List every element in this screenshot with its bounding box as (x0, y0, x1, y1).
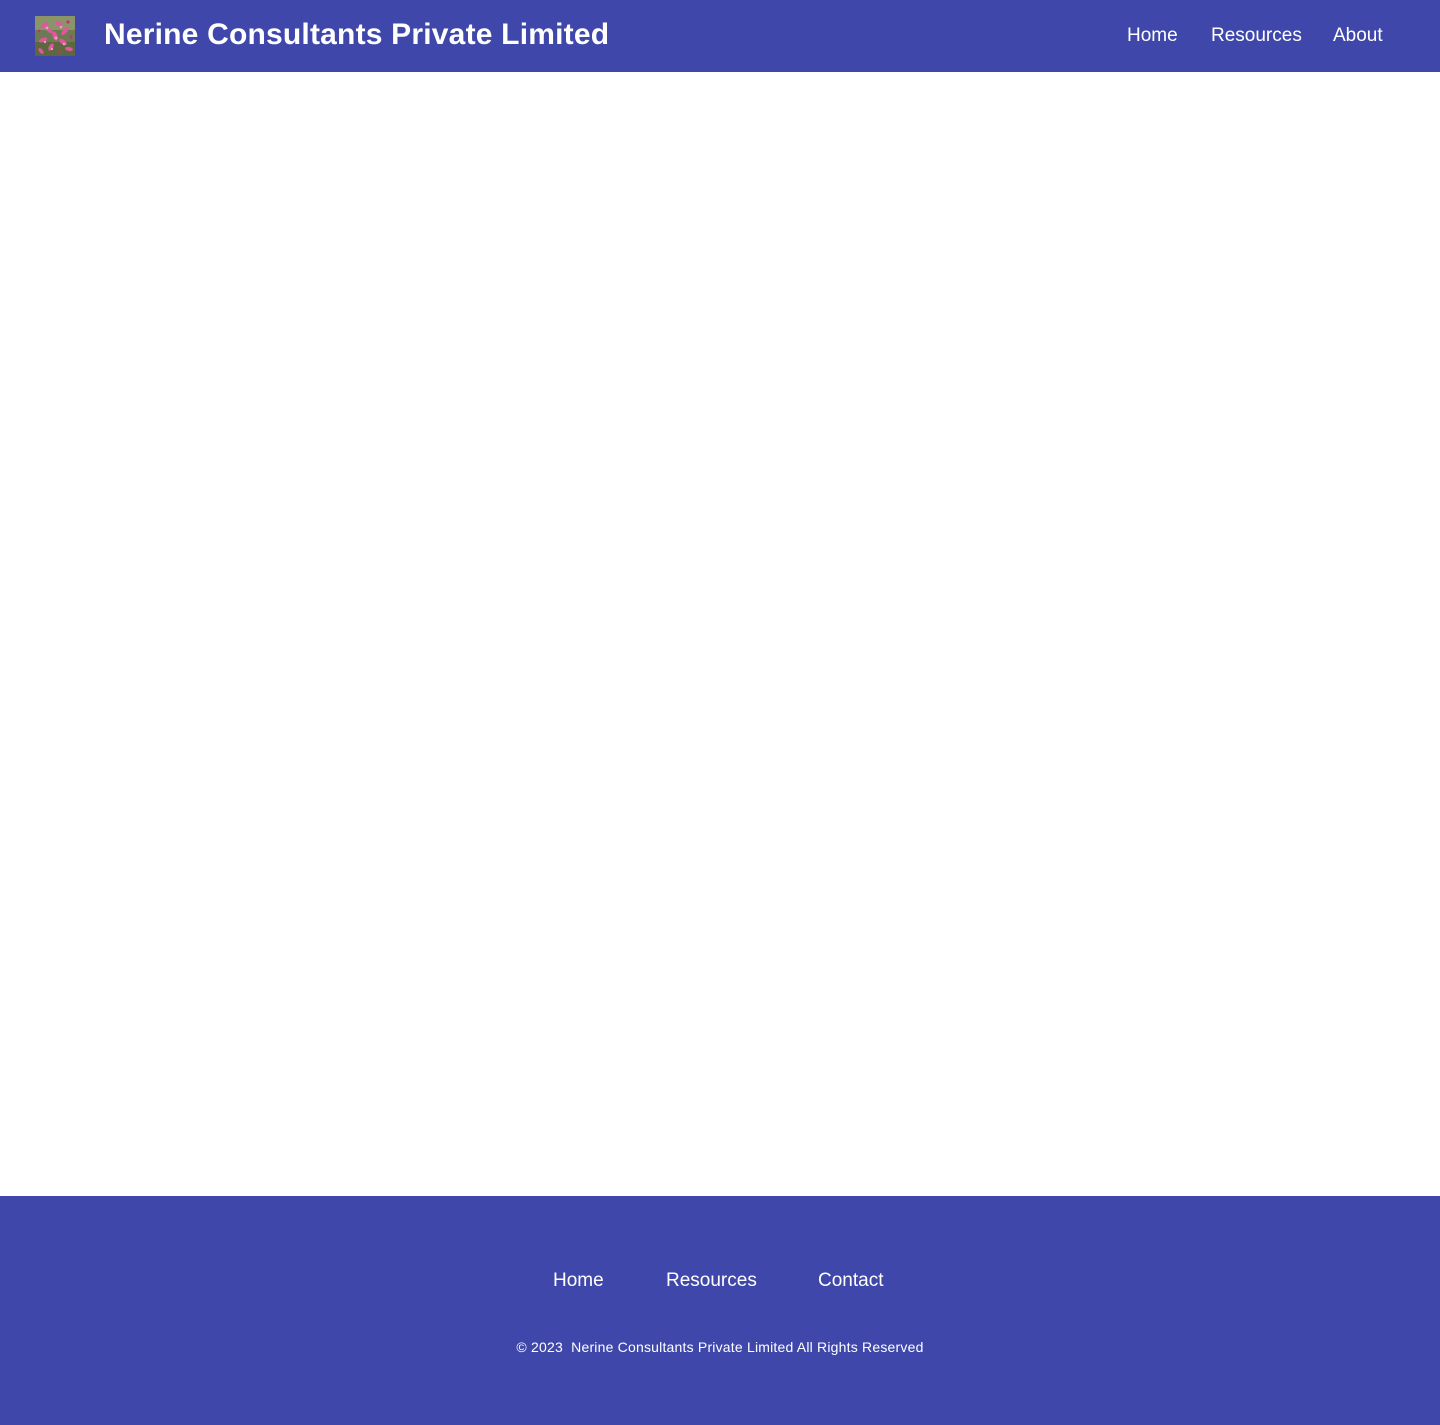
header-nav: Home Resources About (0, 0, 1440, 72)
footer-link-resources[interactable]: Resources (666, 1268, 757, 1294)
footer-link-home[interactable]: Home (553, 1268, 604, 1294)
nav-link-resources[interactable]: Resources (1211, 0, 1302, 72)
main-content-area (0, 72, 1440, 1196)
nav-link-about[interactable]: About (1333, 0, 1383, 72)
nav-link-home[interactable]: Home (1127, 0, 1178, 72)
site-header: Nerine Consultants Private Limited Home … (0, 0, 1440, 72)
site-footer: Home Resources Contact © 2023 Nerine Con… (0, 1196, 1440, 1425)
copyright-text: © 2023 Nerine Consultants Private Limite… (516, 1339, 924, 1355)
footer-link-contact[interactable]: Contact (818, 1268, 883, 1294)
